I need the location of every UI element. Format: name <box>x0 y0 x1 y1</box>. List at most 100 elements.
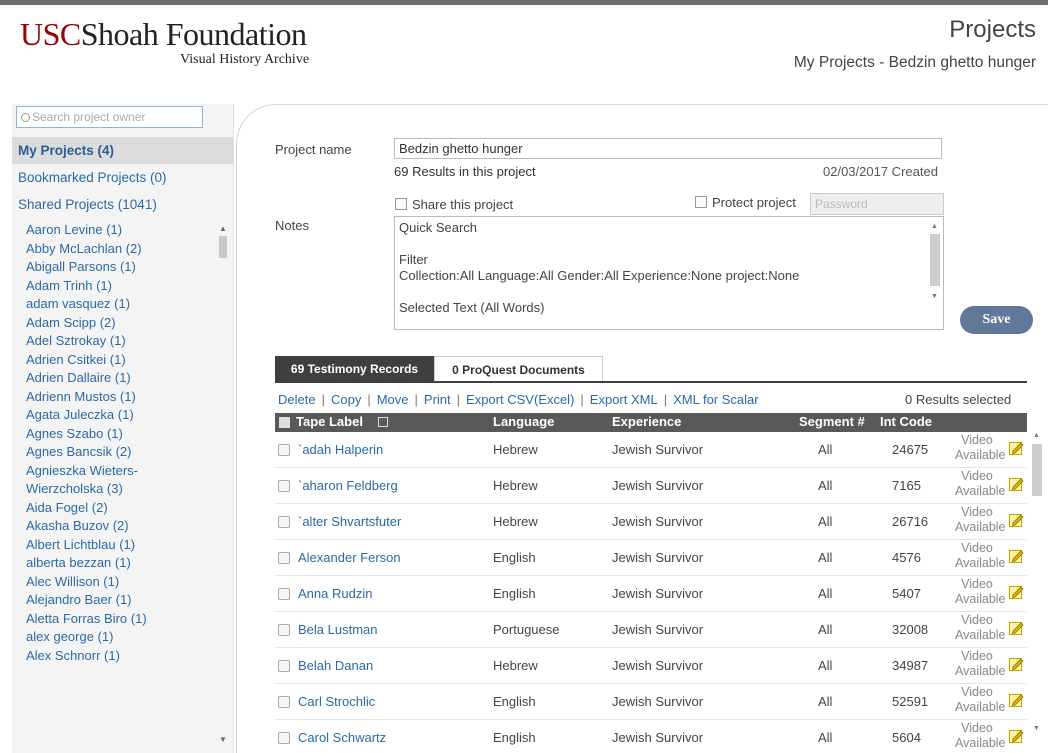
scrollbar-thumb[interactable] <box>930 234 940 286</box>
export-csv-link[interactable]: Export CSV(Excel) <box>466 392 574 407</box>
row-checkbox[interactable] <box>278 444 290 456</box>
search-owner-input[interactable]: Search project owner <box>16 106 203 128</box>
edit-pencil-icon[interactable] <box>1009 692 1024 707</box>
tape-label-link[interactable]: Carol Schwartz <box>298 730 386 745</box>
password-input[interactable]: Password <box>810 193 944 215</box>
column-tape-label[interactable]: Tape Label <box>296 414 363 429</box>
owner-link[interactable]: Aaron Levine (1) <box>12 221 220 240</box>
owner-link[interactable]: Agnes Szabo (1) <box>12 425 220 444</box>
sort-icon[interactable] <box>378 417 388 427</box>
sidebar-item-shared-projects[interactable]: Shared Projects (1041) <box>12 191 234 218</box>
tape-label-link[interactable]: Anna Rudzin <box>298 586 372 601</box>
notes-scrollbar[interactable]: ▲ ▼ <box>929 219 941 327</box>
scrollbar-thumb[interactable] <box>1032 444 1042 496</box>
edit-pencil-icon[interactable] <box>1009 584 1024 599</box>
notes-textarea[interactable]: Quick Search Filter Collection:All Langu… <box>394 216 944 330</box>
checkbox-icon[interactable] <box>695 196 707 208</box>
delete-link[interactable]: Delete <box>278 392 316 407</box>
scroll-down-icon[interactable]: ▼ <box>219 735 227 744</box>
table-scrollbar[interactable]: ▲ ▼ <box>1031 432 1043 753</box>
select-all-checkbox[interactable] <box>279 417 290 428</box>
row-checkbox[interactable] <box>278 588 290 600</box>
row-checkbox[interactable] <box>278 480 290 492</box>
xml-for-scalar-link[interactable]: XML for Scalar <box>673 392 759 407</box>
project-name-input[interactable]: Bedzin ghetto hunger <box>394 138 942 159</box>
table-row[interactable]: Bela Lustman Portuguese Jewish Survivor All… <box>275 612 1027 648</box>
row-checkbox[interactable] <box>278 516 290 528</box>
tape-label-link[interactable]: `aharon Feldberg <box>298 478 398 493</box>
edit-pencil-icon[interactable] <box>1009 656 1024 671</box>
print-link[interactable]: Print <box>424 392 451 407</box>
tape-label-link[interactable]: Carl Strochlic <box>298 694 375 709</box>
table-row[interactable]: Alexander Ferson English Jewish Survivor Al… <box>275 540 1027 576</box>
row-checkbox[interactable] <box>278 660 290 672</box>
usc-shoah-logo[interactable]: USCShoah Foundation Visual History Archi… <box>20 16 309 68</box>
sidebar-item-my-projects[interactable]: My Projects (4) <box>12 137 234 164</box>
owner-link[interactable]: Adrien Csitkei (1) <box>12 351 220 370</box>
tab-proquest-documents[interactable]: 0 ProQuest Documents <box>434 356 603 382</box>
column-language[interactable]: Language <box>493 414 554 429</box>
table-row[interactable]: `alter Shvartsfuter Hebrew Jewish Survivor… <box>275 504 1027 540</box>
owner-link[interactable]: Abby McLachlan (2) <box>12 240 220 259</box>
move-link[interactable]: Move <box>377 392 409 407</box>
row-checkbox[interactable] <box>278 552 290 564</box>
table-row[interactable]: Carol Schwartz English Jewish Survivor All 5… <box>275 720 1027 753</box>
owner-link[interactable]: alberta bezzan (1) <box>12 554 220 573</box>
owner-link[interactable]: Agata Juleczka (1) <box>12 406 220 425</box>
table-row[interactable]: `adah Halperin Hebrew Jewish Survivor All 24… <box>275 432 1027 468</box>
owner-link[interactable]: Adam Trinh (1) <box>12 277 220 296</box>
tab-testimony-records[interactable]: 69 Testimony Records <box>275 356 434 382</box>
owner-link[interactable]: adam vasquez (1) <box>12 295 220 314</box>
copy-link[interactable]: Copy <box>331 392 361 407</box>
row-checkbox[interactable] <box>278 624 290 636</box>
scroll-down-icon[interactable]: ▼ <box>931 289 938 305</box>
scroll-up-icon[interactable]: ▲ <box>219 224 227 233</box>
edit-pencil-icon[interactable] <box>1009 620 1024 635</box>
sidebar-item-bookmarked-projects[interactable]: Bookmarked Projects (0) <box>12 164 234 191</box>
owner-link[interactable]: Akasha Buzov (2) <box>12 517 220 536</box>
scroll-down-icon[interactable]: ▼ <box>1033 725 1040 732</box>
row-checkbox[interactable] <box>278 696 290 708</box>
owner-link[interactable]: Adrien Dallaire (1) <box>12 369 220 388</box>
checkbox-icon[interactable] <box>395 198 407 210</box>
tape-label-link[interactable]: `alter Shvartsfuter <box>298 514 401 529</box>
owner-link[interactable]: Alejandro Baer (1) <box>12 591 220 610</box>
owner-link[interactable]: Agnes Bancsik (2) <box>12 443 220 462</box>
edit-pencil-icon[interactable] <box>1009 548 1024 563</box>
edit-pencil-icon[interactable] <box>1009 476 1024 491</box>
owner-list-scrollbar[interactable]: ▲ ▼ <box>216 222 230 752</box>
table-row[interactable]: Carl Strochlic English Jewish Survivor All 5… <box>275 684 1027 720</box>
owner-link[interactable]: Aletta Forras Biro (1) <box>12 610 220 629</box>
owner-link[interactable]: Adam Scipp (2) <box>12 314 220 333</box>
export-xml-link[interactable]: Export XML <box>590 392 658 407</box>
owner-link[interactable]: Agnieszka Wieters-Wierzcholska (3) <box>12 462 212 499</box>
scroll-up-icon[interactable]: ▲ <box>931 219 938 235</box>
scroll-up-icon[interactable]: ▲ <box>1033 432 1040 439</box>
tape-label-link[interactable]: Alexander Ferson <box>298 550 401 565</box>
table-row[interactable]: `aharon Feldberg Hebrew Jewish Survivor All… <box>275 468 1027 504</box>
owner-link[interactable]: Albert Lichtblau (1) <box>12 536 220 555</box>
owner-link[interactable]: Alex Schnorr (1) <box>12 647 220 666</box>
edit-pencil-icon[interactable] <box>1009 512 1024 527</box>
edit-pencil-icon[interactable] <box>1009 440 1024 455</box>
row-checkbox[interactable] <box>278 732 290 744</box>
tape-label-link[interactable]: `adah Halperin <box>298 442 383 457</box>
scrollbar-thumb[interactable] <box>219 236 227 258</box>
column-int-code[interactable]: Int Code <box>880 414 932 429</box>
owner-link[interactable]: alex george (1) <box>12 628 220 647</box>
tape-label-link[interactable]: Belah Danan <box>298 658 373 673</box>
owner-link[interactable]: Adrienn Mustos (1) <box>12 388 220 407</box>
share-project-checkbox[interactable]: Share this project <box>395 197 513 212</box>
column-segment[interactable]: Segment # <box>799 414 865 429</box>
protect-project-checkbox[interactable]: Protect project <box>695 195 796 210</box>
owner-link[interactable]: Aida Fogel (2) <box>12 499 220 518</box>
edit-pencil-icon[interactable] <box>1009 728 1024 743</box>
save-button[interactable]: Save <box>960 306 1033 334</box>
owner-link[interactable]: Alec Willison (1) <box>12 573 220 592</box>
tape-label-link[interactable]: Bela Lustman <box>298 622 378 637</box>
column-experience[interactable]: Experience <box>612 414 681 429</box>
owner-link[interactable]: Abigall Parsons (1) <box>12 258 220 277</box>
owner-link[interactable]: Adel Sztrokay (1) <box>12 332 220 351</box>
table-row[interactable]: Anna Rudzin English Jewish Survivor All 5407… <box>275 576 1027 612</box>
table-row[interactable]: Belah Danan Hebrew Jewish Survivor All 34987… <box>275 648 1027 684</box>
